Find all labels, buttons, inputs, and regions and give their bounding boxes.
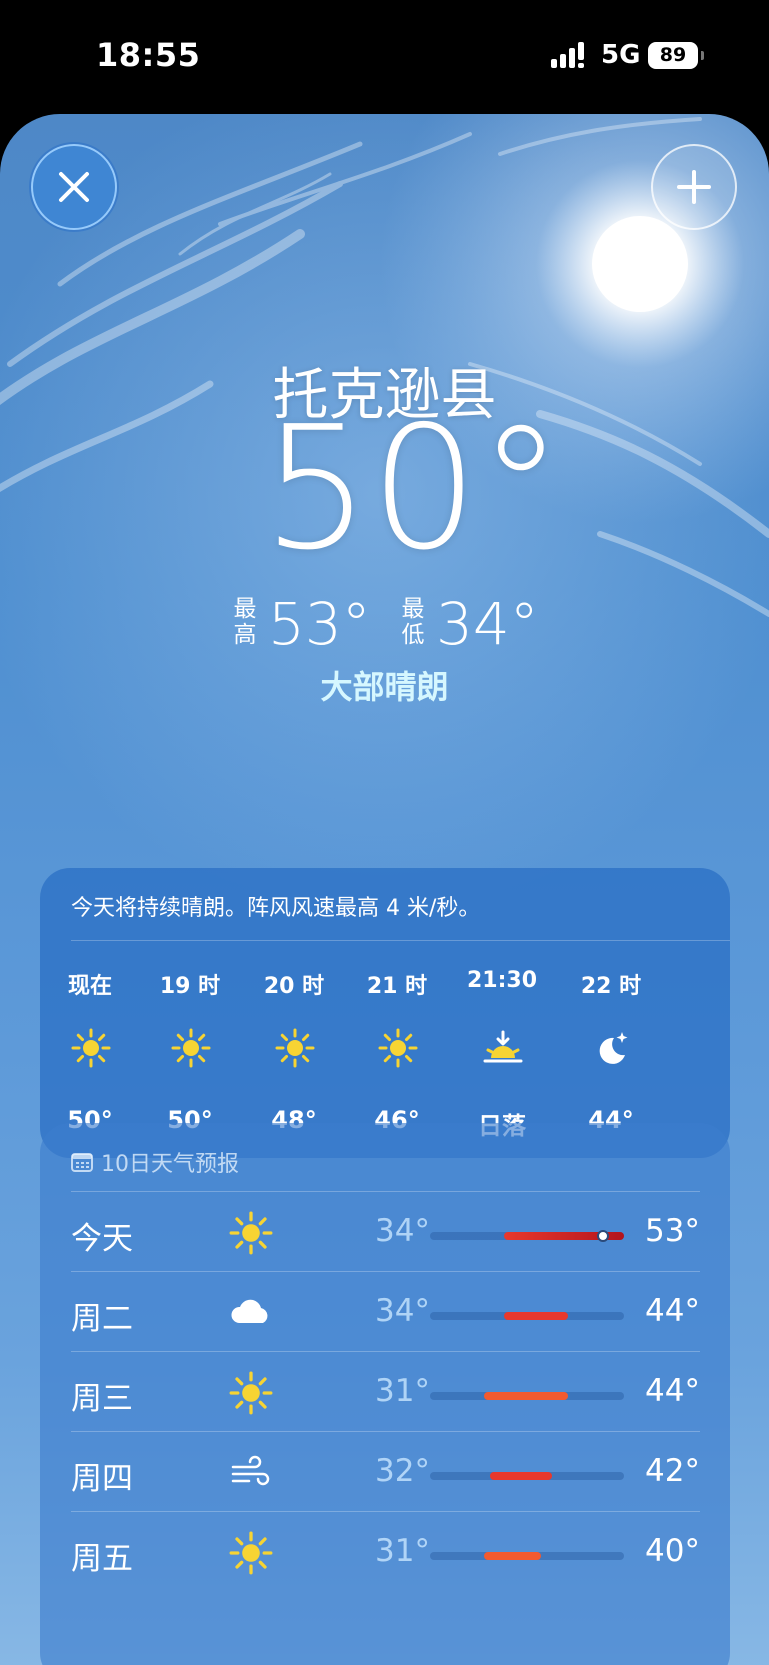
signal-icon bbox=[551, 42, 584, 68]
day-high-temp: 44° bbox=[645, 1293, 700, 1329]
hour-time: 22 时 bbox=[580, 974, 642, 999]
temp-range-bar bbox=[430, 1230, 624, 1242]
day-name: 今天 bbox=[71, 1221, 133, 1257]
low-temp: 34° bbox=[436, 590, 539, 658]
divider bbox=[71, 1431, 700, 1432]
divider bbox=[71, 1351, 700, 1352]
temp-range-bar bbox=[430, 1552, 624, 1560]
sun-icon bbox=[171, 1028, 211, 1068]
temp-range-bar bbox=[430, 1312, 624, 1320]
temp-range-fill bbox=[503, 1312, 568, 1320]
hour-time: 20 时 bbox=[263, 974, 325, 999]
divider bbox=[71, 1511, 700, 1512]
day-high-temp: 42° bbox=[645, 1453, 700, 1489]
status-bar: 18:55 5G 89 bbox=[0, 0, 769, 110]
high-label: 最高 bbox=[233, 596, 257, 648]
day-row[interactable]: 周三 31° 44° bbox=[40, 1351, 730, 1436]
network-label: 5G bbox=[601, 40, 641, 70]
daily-header-label: 10日天气预报 bbox=[101, 1152, 239, 1177]
low-label: 最低 bbox=[401, 596, 425, 648]
current-temperature: 50° bbox=[262, 390, 564, 588]
status-time: 18:55 bbox=[96, 36, 201, 74]
add-location-button[interactable] bbox=[651, 144, 737, 230]
divider bbox=[71, 940, 730, 941]
high-temp: 53° bbox=[268, 590, 371, 658]
close-button[interactable] bbox=[31, 144, 117, 230]
battery-nub bbox=[701, 51, 704, 60]
day-row[interactable]: 周五 31° 40° bbox=[40, 1511, 730, 1596]
day-name: 周二 bbox=[71, 1301, 133, 1337]
condition-text: 大部晴朗 bbox=[320, 668, 449, 706]
day-name: 周五 bbox=[71, 1541, 133, 1577]
daily-header: 10日天气预报 bbox=[71, 1147, 239, 1177]
sun-icon bbox=[378, 1028, 418, 1068]
day-high-temp: 53° bbox=[645, 1213, 700, 1249]
sun-icon bbox=[275, 1028, 315, 1068]
day-high-temp: 40° bbox=[645, 1533, 700, 1569]
temp-range-bar bbox=[430, 1472, 624, 1480]
day-high-temp: 44° bbox=[645, 1373, 700, 1409]
day-row[interactable]: 周四 32° 42° bbox=[40, 1431, 730, 1516]
day-row[interactable]: 周二 34° 44° bbox=[40, 1271, 730, 1356]
sunset-icon bbox=[483, 1028, 523, 1068]
divider bbox=[71, 1191, 700, 1192]
divider bbox=[71, 1271, 700, 1272]
sun-icon bbox=[229, 1211, 273, 1255]
hour-time: 19 时 bbox=[159, 974, 221, 999]
temp-range-bar bbox=[430, 1392, 624, 1400]
cloud-icon bbox=[229, 1291, 273, 1335]
hourly-forecast-card[interactable]: 今天将持续晴朗。阵风风速最高 4 米/秒。 现在 50° 19 时 50° 20… bbox=[40, 868, 730, 1158]
daily-forecast-card[interactable]: 10日天气预报 今天 34° 53° 周二 34° 44° 周三 31° 44°… bbox=[40, 1123, 730, 1665]
day-name: 周四 bbox=[71, 1461, 133, 1497]
forecast-summary: 今天将持续晴朗。阵风风速最高 4 米/秒。 bbox=[71, 896, 481, 921]
hour-time: 21 时 bbox=[366, 974, 428, 999]
day-name: 周三 bbox=[71, 1381, 133, 1417]
temp-range-fill bbox=[484, 1392, 568, 1400]
moon-stars-icon bbox=[592, 1028, 632, 1068]
day-low-temp: 31° bbox=[375, 1373, 430, 1409]
sun-icon bbox=[229, 1371, 273, 1415]
battery-icon: 89 bbox=[648, 42, 698, 69]
day-row[interactable]: 今天 34° 53° bbox=[40, 1191, 730, 1276]
day-low-temp: 32° bbox=[375, 1453, 430, 1489]
close-icon bbox=[59, 172, 89, 202]
battery-level: 89 bbox=[659, 44, 687, 66]
sun-icon bbox=[71, 1028, 111, 1068]
hour-time: 现在 bbox=[67, 974, 112, 999]
calendar-icon bbox=[71, 1153, 93, 1172]
sun-icon bbox=[229, 1531, 273, 1575]
wind-icon bbox=[229, 1451, 273, 1495]
day-low-temp: 34° bbox=[375, 1213, 430, 1249]
day-low-temp: 31° bbox=[375, 1533, 430, 1569]
temp-range-fill bbox=[490, 1472, 553, 1480]
day-low-temp: 34° bbox=[375, 1293, 430, 1329]
temp-range-fill bbox=[484, 1552, 541, 1560]
weather-sheet: 托克逊县 50° 最高 53° 最低 34° 大部晴朗 今天将持续晴朗。阵风风速… bbox=[0, 114, 769, 1665]
plus-icon bbox=[677, 170, 711, 204]
hour-time: 21:30 bbox=[466, 968, 538, 993]
